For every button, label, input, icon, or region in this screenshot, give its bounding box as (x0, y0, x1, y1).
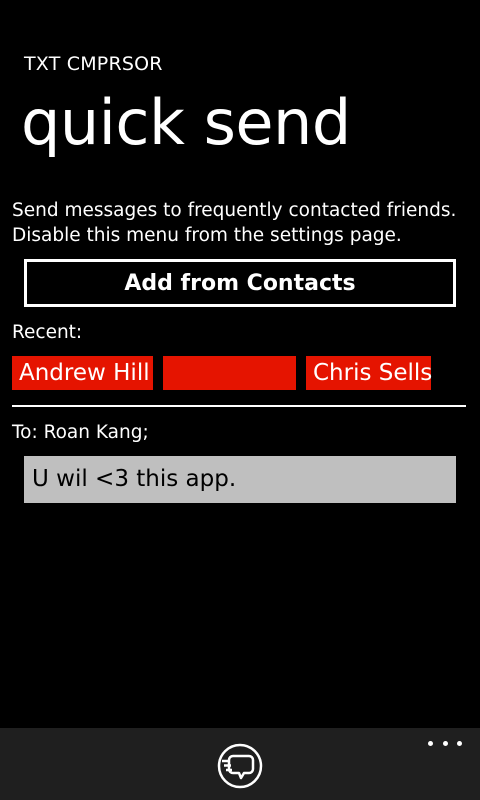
send-message-icon (217, 743, 263, 789)
recent-contact-chip[interactable]: Andrew Hill (12, 356, 153, 390)
divider (12, 405, 466, 407)
to-recipients[interactable]: To: Roan Kang; (12, 422, 149, 443)
recent-label: Recent: (12, 322, 83, 343)
recent-contact-chip[interactable] (163, 356, 296, 390)
message-input[interactable]: U wil <3 this app. (24, 456, 456, 503)
add-from-contacts-button[interactable]: Add from Contacts (24, 259, 456, 307)
app-title: TXT CMPRSOR (24, 53, 163, 75)
ellipsis-icon (457, 740, 462, 746)
page-title: quick send (21, 86, 351, 159)
send-message-button[interactable] (217, 743, 263, 789)
ellipsis-icon (428, 740, 433, 746)
page-description: Send messages to frequently contacted fr… (12, 200, 457, 246)
app-bar (0, 728, 480, 800)
recent-contact-chip[interactable]: Chris Sells (306, 356, 432, 390)
ellipsis-icon (442, 740, 448, 746)
more-options-button[interactable] (428, 732, 462, 754)
